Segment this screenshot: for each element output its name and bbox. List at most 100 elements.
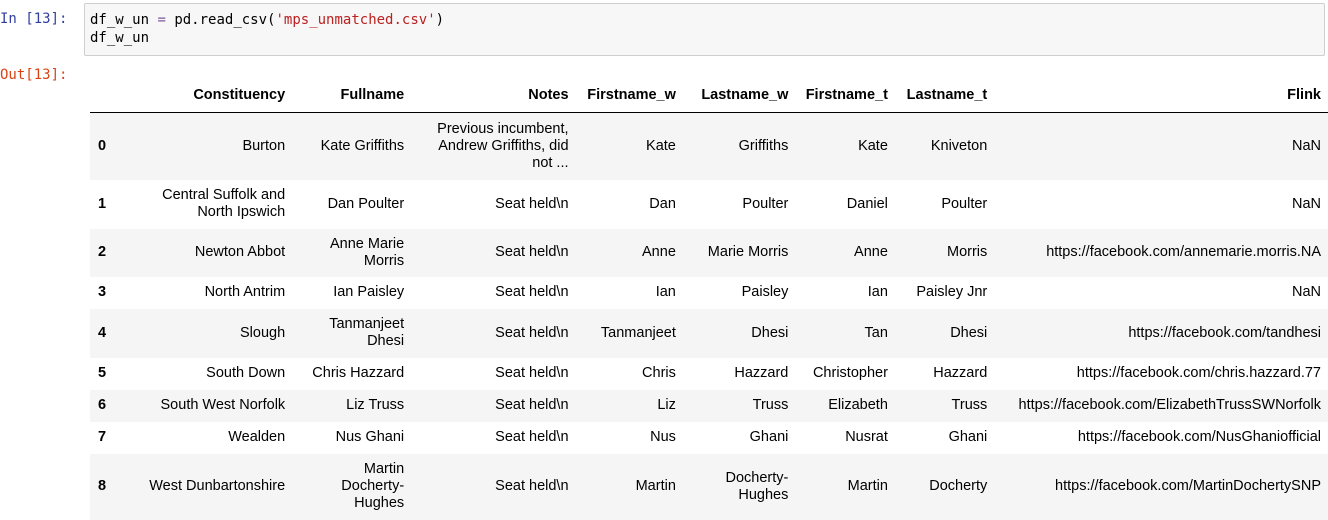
- cell-flink[interactable]: https://facebook.com/MartinDochertySNP: [994, 454, 1328, 520]
- cell-notes: Seat held\n: [495, 324, 569, 341]
- cell-lastname-t: Paisley Jnr: [916, 284, 988, 300]
- output-prompt: Out[13]:: [0, 67, 68, 83]
- cell-firstname-t: Elizabeth: [828, 397, 888, 413]
- cell-firstname-w: Martin: [635, 478, 676, 494]
- cell-constituency: Wealden: [228, 429, 286, 445]
- cell-notes: Seat held\n: [495, 397, 569, 413]
- cell-fullname: Dan Poulter: [327, 195, 405, 212]
- table-row: 5 South Down Chris Hazzard Seat held\n C…: [90, 358, 1328, 390]
- table-row: 3 North Antrim Ian Paisley Seat held\n I…: [90, 277, 1328, 309]
- cell-constituency: North Antrim: [204, 284, 286, 300]
- cell-firstname-t: Christopher: [812, 365, 888, 381]
- cell-lastname-t: Kniveton: [930, 137, 988, 154]
- dataframe-table: Constituency Fullname Notes Firstname_w …: [90, 81, 1328, 520]
- cell-flink[interactable]: https://facebook.com/NusGhaniofficial: [994, 422, 1328, 454]
- cell-fullname: Chris Hazzard: [312, 365, 405, 381]
- column-header-notes: Notes: [411, 81, 576, 113]
- cell-lastname-t: Docherty: [929, 478, 988, 494]
- cell-lastname-w: Hazzard: [734, 365, 789, 381]
- code-string: 'mps_unmatched.csv': [275, 12, 436, 28]
- cell-lastname-t: Morris: [946, 244, 988, 260]
- cell-firstname-t: Martin: [847, 478, 888, 494]
- cell-firstname-t: Kate: [858, 137, 888, 154]
- cell-firstname-t: Anne: [854, 244, 888, 260]
- cell-firstname-t: Ian: [867, 284, 888, 300]
- cell-constituency: Burton: [242, 137, 286, 154]
- column-header-index: [90, 81, 122, 113]
- cell-firstname-w: Tanmanjeet: [600, 324, 676, 341]
- cell-lastname-t: Ghani: [948, 429, 988, 445]
- table-row: 4 Slough Tanmanjeet Dhesi Seat held\n Ta…: [90, 308, 1328, 358]
- cell-notes: Previous incumbent, Andrew Griffiths, di…: [437, 120, 569, 171]
- table-header-row: Constituency Fullname Notes Firstname_w …: [90, 81, 1328, 113]
- cell-firstname-w: Anne: [642, 244, 676, 260]
- cell-firstname-t: Tan: [864, 324, 888, 341]
- cell-notes: Seat held\n: [495, 284, 569, 300]
- code-cell-editor[interactable]: df_w_un = pd.read_csv('mps_unmatched.csv…: [84, 3, 1325, 56]
- cell-flink[interactable]: https://facebook.com/annemarie.morris.NA: [994, 229, 1328, 277]
- column-header-firstname-t: Firstname_t: [795, 81, 895, 113]
- row-index: 5: [98, 365, 107, 381]
- cell-firstname-w: Kate: [646, 137, 676, 154]
- cell-lastname-w: Poulter: [742, 195, 789, 212]
- row-index: 7: [98, 429, 107, 445]
- column-header-firstname-w: Firstname_w: [575, 81, 683, 113]
- row-index: 8: [98, 478, 107, 494]
- cell-firstname-w: Ian: [655, 284, 676, 300]
- cell-fullname: Liz Truss: [346, 397, 405, 413]
- table-row: 8 West Dunbartonshire Martin Docherty-Hu…: [90, 453, 1328, 520]
- cell-notes: Seat held\n: [495, 244, 569, 260]
- table-row: 2 Newton Abbot Anne Marie Morris Seat he…: [90, 228, 1328, 277]
- column-header-lastname-w: Lastname_w: [682, 81, 796, 113]
- row-index: 4: [98, 324, 107, 341]
- cell-constituency: Central Suffolk and North Ipswich: [162, 187, 286, 220]
- cell-flink[interactable]: https://facebook.com/chris.hazzard.77: [994, 358, 1328, 390]
- row-index: 0: [98, 137, 107, 154]
- cell-firstname-w: Liz: [657, 397, 676, 413]
- code-paren: ): [435, 12, 445, 28]
- code-line-2: df_w_un: [90, 30, 150, 46]
- cell-fullname: Martin Docherty-Hughes: [341, 461, 405, 511]
- cell-lastname-w: Dhesi: [751, 324, 789, 341]
- cell-notes: Seat held\n: [495, 195, 569, 212]
- cell-constituency: Slough: [240, 324, 286, 341]
- cell-fullname: Ian Paisley: [333, 284, 405, 300]
- cell-constituency: Newton Abbot: [194, 244, 286, 260]
- cell-lastname-w: Docherty-Hughes: [725, 469, 789, 503]
- cell-fullname: Kate Griffiths: [320, 137, 405, 154]
- row-index: 2: [98, 244, 107, 260]
- cell-flink[interactable]: https://facebook.com/ElizabethTrussSWNor…: [994, 390, 1328, 422]
- cell-lastname-t: Dhesi: [950, 324, 988, 341]
- cell-firstname-t: Daniel: [846, 195, 888, 212]
- cell-lastname-w: Truss: [752, 397, 789, 413]
- cell-notes: Seat held\n: [495, 365, 569, 381]
- cell-constituency: South West Norfolk: [160, 397, 286, 413]
- cell-flink: NaN: [1291, 284, 1321, 300]
- cell-lastname-w: Marie Morris: [707, 244, 789, 260]
- cell-lastname-w: Griffiths: [738, 137, 789, 154]
- cell-firstname-w: Nus: [650, 429, 676, 445]
- cell-notes: Seat held\n: [495, 478, 569, 494]
- cell-fullname: Anne Marie Morris: [330, 235, 405, 269]
- cell-notes: Seat held\n: [495, 429, 569, 445]
- code-line-1: df_w_un = pd.read_csv('mps_unmatched.csv…: [90, 11, 1324, 29]
- cell-firstname-t: Nusrat: [845, 429, 888, 445]
- cell-lastname-w: Paisley: [741, 284, 789, 300]
- column-header-lastname-t: Lastname_t: [894, 81, 995, 113]
- table-row: 6 South West Norfolk Liz Truss Seat held…: [90, 389, 1328, 422]
- cell-firstname-w: Dan: [649, 195, 676, 212]
- cell-constituency: West Dunbartonshire: [149, 478, 286, 494]
- cell-constituency: South Down: [206, 365, 286, 381]
- row-index: 3: [98, 284, 107, 300]
- column-header-flink: Flink: [994, 81, 1328, 113]
- cell-lastname-w: Ghani: [749, 429, 789, 445]
- row-index: 6: [98, 397, 107, 413]
- column-header-fullname: Fullname: [292, 81, 412, 113]
- code-call: pd.read_csv(: [174, 12, 276, 28]
- cell-lastname-t: Poulter: [941, 195, 988, 212]
- cell-flink: NaN: [1291, 195, 1321, 212]
- cell-flink[interactable]: https://facebook.com/tandhesi: [994, 309, 1328, 358]
- table-row: 7 Wealden Nus Ghani Seat held\n Nus Ghan…: [90, 422, 1328, 454]
- table-row: 0 Burton Kate Griffiths Previous incumbe…: [90, 112, 1328, 180]
- code-operator: =: [157, 12, 166, 28]
